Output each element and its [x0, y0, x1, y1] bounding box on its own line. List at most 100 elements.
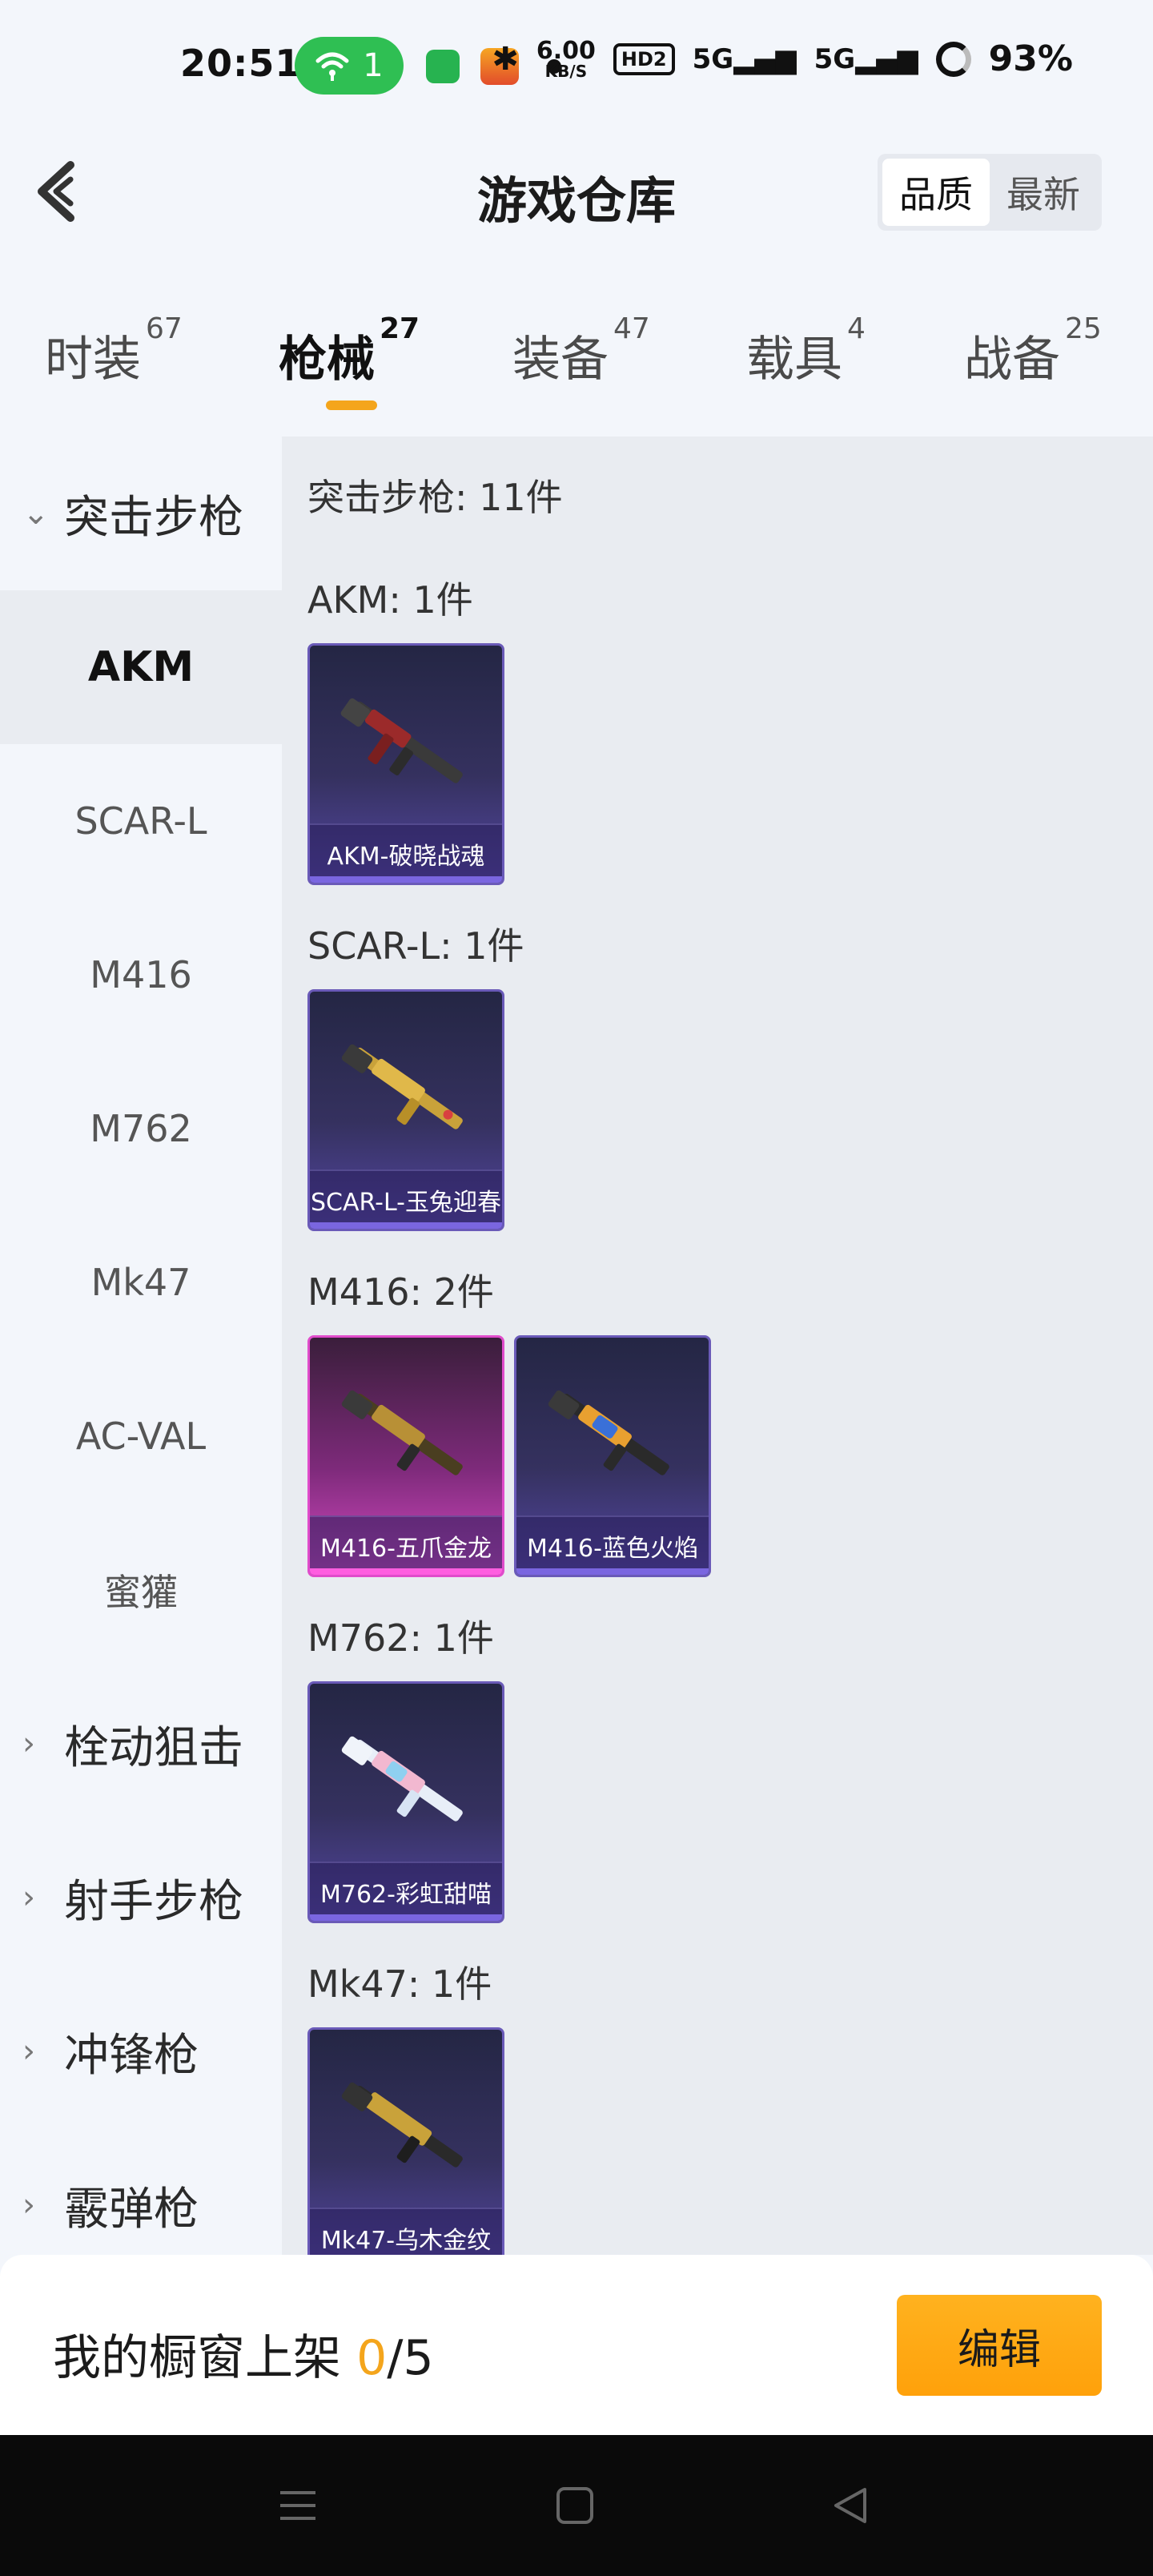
chevron-right-icon: ›	[22, 2187, 35, 2224]
sidebar-group-bolt-sniper[interactable]: › 栓动狙击	[0, 1667, 282, 1821]
sidebar-item-ac-val[interactable]: AC-VAL	[0, 1359, 282, 1513]
signal-5g-icon-2: 5G▂▄▆	[814, 42, 918, 75]
battery-percent: 93%	[988, 38, 1073, 79]
weapon-card-m416-golden-dragon[interactable]: M416-五爪金龙	[307, 1335, 504, 1577]
rifle-icon	[341, 2082, 463, 2167]
category-title-akm: AKM: 1件	[307, 578, 473, 622]
weapon-card-akm[interactable]: AKM-破晓战魂	[307, 643, 504, 885]
sidebar-group-label: 突击步枪	[64, 491, 243, 544]
system-nav-bar	[0, 2435, 1153, 2576]
wifi-hotspot-pill: 1	[295, 37, 404, 95]
bluetooth-icon: ✱	[492, 40, 519, 78]
rifle-icon	[548, 1390, 669, 1475]
weapon-list-content[interactable]: 突击步枪: 11件 AKM: 1件 AKM-破晓战魂 SCAR-L: 1件 SC…	[282, 437, 1153, 2255]
tab-count: 27	[380, 312, 420, 345]
category-tabs: 时装67 枪械27 装备47 载具4 战备25	[0, 312, 1153, 417]
sort-toggle: 品质 最新	[878, 154, 1102, 231]
weapon-category-sidebar: ⌄ 突击步枪 AKM SCAR-L M416 M762 Mk47 AC-VAL …	[0, 437, 282, 2255]
tab-count: 67	[146, 312, 183, 345]
hd-badge: HD2	[613, 42, 675, 75]
active-tab-indicator	[326, 400, 377, 410]
speed-value: 6.00	[536, 36, 596, 65]
rarity-bar	[310, 1914, 502, 1921]
chat-app-icon	[426, 50, 460, 83]
tab-count: 4	[847, 312, 866, 345]
rarity-bar	[310, 1568, 502, 1575]
sidebar-group-label: 冲锋枪	[64, 2029, 199, 2082]
battery-icon	[935, 41, 971, 77]
sidebar-item-scar-l[interactable]: SCAR-L	[0, 744, 282, 898]
chevron-down-icon: ⌄	[22, 495, 50, 532]
signal-5g-label-1: 5G	[692, 42, 734, 75]
tab-gear[interactable]: 装备47	[512, 312, 650, 390]
showcase-label: 我的橱窗上架	[53, 2330, 357, 2386]
sidebar-item-honey-badger[interactable]: 蜜獾	[0, 1513, 282, 1667]
category-title-scar-l: SCAR-L: 1件	[307, 924, 524, 968]
section-total: 突击步枪: 11件	[307, 476, 563, 519]
category-title-mk47: Mk47: 1件	[307, 1962, 492, 2006]
tab-label: 载具	[746, 332, 842, 388]
tab-count: 47	[613, 312, 650, 345]
weapon-card-scar-l[interactable]: SCAR-L-玉兔迎春	[307, 989, 504, 1231]
sidebar-group-label: 射手步枪	[64, 1875, 243, 1928]
header: 游戏仓库 品质 最新	[0, 136, 1153, 252]
status-time: 20:51	[180, 42, 302, 85]
weapon-card-name: Mk47-乌木金纹	[310, 2208, 502, 2255]
status-bar: 20:51 1 ✱ 6.00 KB/S HD2 5G▂▄▆ 5G▂▄▆ 93%	[0, 0, 1153, 136]
sidebar-item-m762[interactable]: M762	[0, 1052, 282, 1205]
weapon-card-name: AKM-破晓战魂	[310, 823, 502, 883]
tab-label: 战备	[964, 332, 1060, 388]
sidebar-group-label: 栓动狙击	[64, 1721, 243, 1774]
sort-by-quality-button[interactable]: 品质	[882, 159, 990, 226]
tab-label: 时装	[45, 332, 141, 388]
tab-fashion[interactable]: 时装67	[45, 312, 183, 390]
sidebar-group-smg[interactable]: › 冲锋枪	[0, 1974, 282, 2128]
category-title-m416: M416: 2件	[307, 1270, 494, 1314]
tab-tactical[interactable]: 战备25	[964, 312, 1102, 390]
weapon-card-m762[interactable]: M762-彩虹甜喵	[307, 1681, 504, 1923]
weapon-card-mk47[interactable]: Mk47-乌木金纹	[307, 2027, 504, 2255]
signal-5g-label-2: 5G	[814, 42, 856, 75]
showcase-current: 0	[356, 2330, 388, 2386]
home-icon[interactable]	[551, 2481, 599, 2530]
sidebar-group-label: 霰弹枪	[64, 2183, 199, 2236]
status-right-group: ✱ 6.00 KB/S HD2 5G▂▄▆ 5G▂▄▆ 93%	[492, 38, 1073, 79]
menu-icon[interactable]	[274, 2481, 322, 2530]
sidebar-group-marksman-rifle[interactable]: › 射手步枪	[0, 1821, 282, 1974]
signal-5g-icon-1: 5G▂▄▆	[692, 42, 797, 75]
weapon-card-name: M416-五爪金龙	[310, 1515, 502, 1575]
rarity-bar	[310, 876, 502, 883]
chevron-right-icon: ›	[22, 1879, 35, 1916]
sidebar-group-assault-rifle[interactable]: ⌄ 突击步枪	[0, 437, 282, 590]
weapon-card-name: M762-彩虹甜喵	[310, 1862, 502, 1921]
showcase-bar: 我的橱窗上架 0/5 编辑	[0, 2255, 1153, 2435]
rifle-icon	[341, 1044, 463, 1129]
rifle-icon	[341, 1736, 463, 1821]
weapon-card-m416-blue-flame[interactable]: M416-蓝色火焰	[514, 1335, 711, 1577]
sort-by-newest-button[interactable]: 最新	[990, 159, 1097, 226]
back-triangle-icon[interactable]	[826, 2481, 874, 2530]
rifle-icon	[340, 698, 463, 783]
sidebar-item-akm[interactable]: AKM	[0, 590, 282, 744]
wifi-count: 1	[363, 47, 384, 84]
tab-firearms[interactable]: 枪械27	[279, 312, 420, 390]
chevron-right-icon: ›	[22, 2033, 35, 2070]
network-speed: 6.00 KB/S	[536, 36, 596, 81]
chevron-right-icon: ›	[22, 1725, 35, 1762]
tab-label: 枪械	[279, 332, 375, 388]
weapon-card-name: SCAR-L-玉兔迎春	[310, 1169, 502, 1229]
weapon-card-name: M416-蓝色火焰	[516, 1515, 709, 1575]
edit-button[interactable]: 编辑	[897, 2295, 1102, 2396]
speed-unit: KB/S	[544, 61, 588, 81]
rarity-bar	[310, 1222, 502, 1229]
tab-label: 装备	[512, 332, 609, 388]
rarity-bar	[516, 1568, 709, 1575]
tab-count: 25	[1065, 312, 1102, 345]
tab-vehicles[interactable]: 载具4	[746, 312, 866, 390]
category-title-m762: M762: 1件	[307, 1616, 494, 1660]
sidebar-item-mk47[interactable]: Mk47	[0, 1205, 282, 1359]
wifi-icon	[315, 52, 349, 81]
showcase-status: 我的橱窗上架 0/5	[53, 2319, 434, 2389]
rifle-icon	[341, 1390, 463, 1475]
sidebar-item-m416[interactable]: M416	[0, 898, 282, 1052]
